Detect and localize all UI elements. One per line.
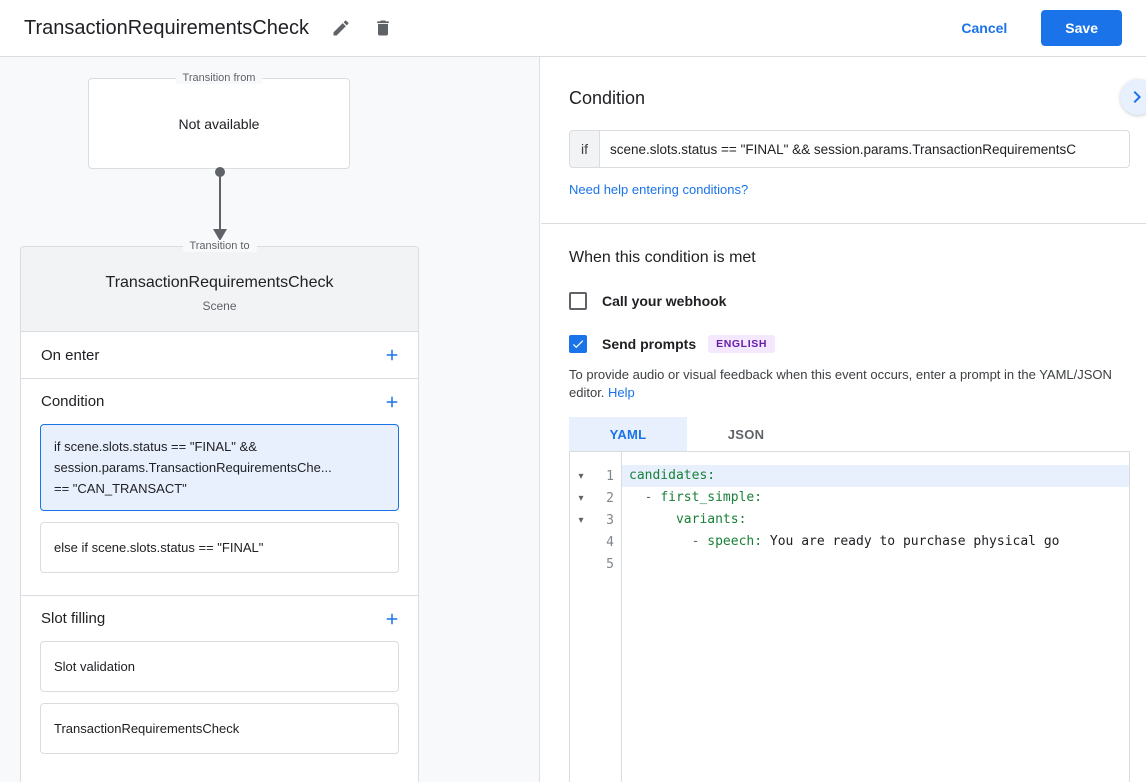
transition-to-card: Transition to TransactionRequirementsChe…	[20, 240, 419, 782]
transition-to-label: Transition to	[182, 240, 257, 252]
condition-section: Condition if scene.slots.status == "FINA…	[21, 379, 418, 596]
slot-filling-section: Slot filling Slot validation Transaction…	[21, 596, 418, 776]
help-link[interactable]: Help	[608, 385, 635, 400]
gutter-line: 4	[570, 531, 621, 553]
fold-arrow-icon[interactable]: ▾	[570, 493, 592, 504]
add-on-enter-button[interactable]	[379, 342, 405, 368]
code-line[interactable]: candidates:	[622, 465, 1129, 487]
on-enter-row: On enter	[21, 332, 418, 379]
webhook-row: Call your webhook	[569, 292, 1130, 310]
call-webhook-checkbox[interactable]	[569, 292, 587, 310]
panel-title: Condition	[569, 88, 646, 108]
code-line[interactable]	[622, 553, 1129, 575]
line-number: 2	[606, 490, 614, 506]
yaml-value: You are ready to purchase physical go	[762, 534, 1060, 549]
yaml-key: speech:	[707, 534, 763, 549]
code-line[interactable]: variants:	[622, 509, 1129, 531]
yaml-indent: -	[629, 534, 708, 549]
fold-arrow-icon[interactable]: ▾	[570, 515, 592, 526]
yaml-indent	[629, 512, 676, 527]
on-enter-label: On enter	[41, 346, 100, 364]
edit-button[interactable]	[331, 18, 351, 38]
delete-button[interactable]	[373, 18, 393, 38]
scene-canvas: Transition from Not available Transition…	[0, 57, 540, 782]
slot-item[interactable]: Slot validation	[40, 641, 399, 692]
top-bar-actions: Cancel Save	[961, 10, 1122, 46]
transition-arrow-icon	[213, 167, 227, 241]
call-webhook-label[interactable]: Call your webhook	[602, 293, 726, 309]
condition-item-selected[interactable]: if scene.slots.status == "FINAL" && sess…	[40, 424, 399, 511]
transition-from-value: Not available	[178, 115, 260, 132]
prompts-description: To provide audio or visual feedback when…	[569, 366, 1130, 402]
yaml-key: first_simple:	[660, 490, 763, 505]
tab-yaml[interactable]: YAML	[569, 417, 687, 451]
line-number: 4	[606, 534, 614, 550]
condition-text-line: == "CAN_TRANSACT"	[54, 481, 187, 496]
condition-help-link[interactable]: Need help entering conditions?	[569, 182, 1130, 197]
plus-icon	[386, 396, 398, 407]
condition-expression-input[interactable]	[599, 130, 1130, 168]
prompts-description-text: To provide audio or visual feedback when…	[569, 367, 1112, 400]
transition-from-label: Transition from	[175, 72, 263, 84]
check-icon	[572, 340, 584, 349]
transition-from-box: Transition from Not available	[88, 72, 350, 169]
yaml-editor: ▾ 1 ▾ 2 ▾ 3 4 5 candidates: - first_simp…	[569, 451, 1130, 782]
condition-item[interactable]: else if scene.slots.status == "FINAL"	[40, 522, 399, 573]
plus-icon	[386, 349, 398, 361]
top-bar: TransactionRequirementsCheck Cancel Save	[0, 0, 1146, 57]
scene-editor-app: TransactionRequirementsCheck Cancel Save…	[0, 0, 1146, 782]
line-number: 3	[606, 512, 614, 528]
scene-type: Scene	[202, 299, 237, 313]
condition-label: Condition	[41, 393, 105, 410]
if-prefix: if	[569, 130, 599, 168]
gutter-line: ▾ 2	[570, 487, 621, 509]
line-number: 1	[606, 468, 614, 484]
line-number: 5	[606, 556, 614, 572]
editor-code-area[interactable]: candidates: - first_simple: variants: - …	[622, 452, 1129, 782]
yaml-indent: -	[629, 490, 661, 505]
trash-icon	[377, 20, 389, 36]
language-badge: ENGLISH	[708, 335, 775, 353]
condition-text-line: else if scene.slots.status == "FINAL"	[54, 540, 264, 555]
yaml-key: variants:	[675, 512, 747, 527]
condition-text-line: if scene.slots.status == "FINAL" &&	[54, 439, 257, 454]
condition-header-row: Condition	[21, 379, 418, 424]
slot-item-label: Slot validation	[54, 659, 135, 674]
condition-text-line: session.params.TransactionRequirementsCh…	[54, 460, 332, 475]
editor-gutter: ▾ 1 ▾ 2 ▾ 3 4 5	[570, 452, 622, 782]
editor-tabs: YAML JSON	[569, 417, 1130, 451]
scene-name: TransactionRequirementsCheck	[105, 274, 334, 291]
gutter-line: ▾ 1	[570, 465, 621, 487]
send-prompts-label[interactable]: Send prompts	[602, 336, 696, 352]
plus-icon	[386, 613, 398, 624]
slot-item[interactable]: TransactionRequirementsCheck	[40, 703, 399, 754]
condition-detail-panel: Condition if Need help entering conditio…	[541, 57, 1146, 782]
add-slot-button[interactable]	[379, 606, 405, 632]
cancel-button[interactable]: Cancel	[961, 20, 1007, 36]
gutter-line: ▾ 3	[570, 509, 621, 531]
send-prompts-row: Send prompts ENGLISH	[569, 335, 1130, 353]
pencil-icon	[333, 20, 349, 36]
section-divider	[541, 223, 1146, 224]
slot-item-label: TransactionRequirementsCheck	[54, 721, 240, 736]
yaml-key: candidates:	[629, 468, 716, 483]
code-line[interactable]: - first_simple:	[622, 487, 1129, 509]
condition-expression-row: if	[569, 130, 1130, 168]
save-button[interactable]: Save	[1041, 10, 1122, 46]
page-title: TransactionRequirementsCheck	[24, 16, 309, 39]
when-condition-met-title: When this condition is met	[569, 249, 756, 266]
collapse-panel-button[interactable]	[1120, 79, 1146, 115]
scene-card-header[interactable]: TransactionRequirementsCheck Scene	[21, 247, 418, 332]
fold-arrow-icon[interactable]: ▾	[570, 471, 592, 482]
send-prompts-checkbox[interactable]	[569, 335, 587, 353]
slot-filling-header-row: Slot filling	[21, 596, 418, 641]
slot-filling-label: Slot filling	[41, 610, 106, 627]
chevron-right-icon	[1133, 91, 1141, 103]
add-condition-button[interactable]	[379, 389, 405, 415]
code-line[interactable]: - speech: You are ready to purchase phys…	[622, 531, 1129, 553]
gutter-line: 5	[570, 553, 621, 575]
tab-json[interactable]: JSON	[687, 417, 805, 451]
